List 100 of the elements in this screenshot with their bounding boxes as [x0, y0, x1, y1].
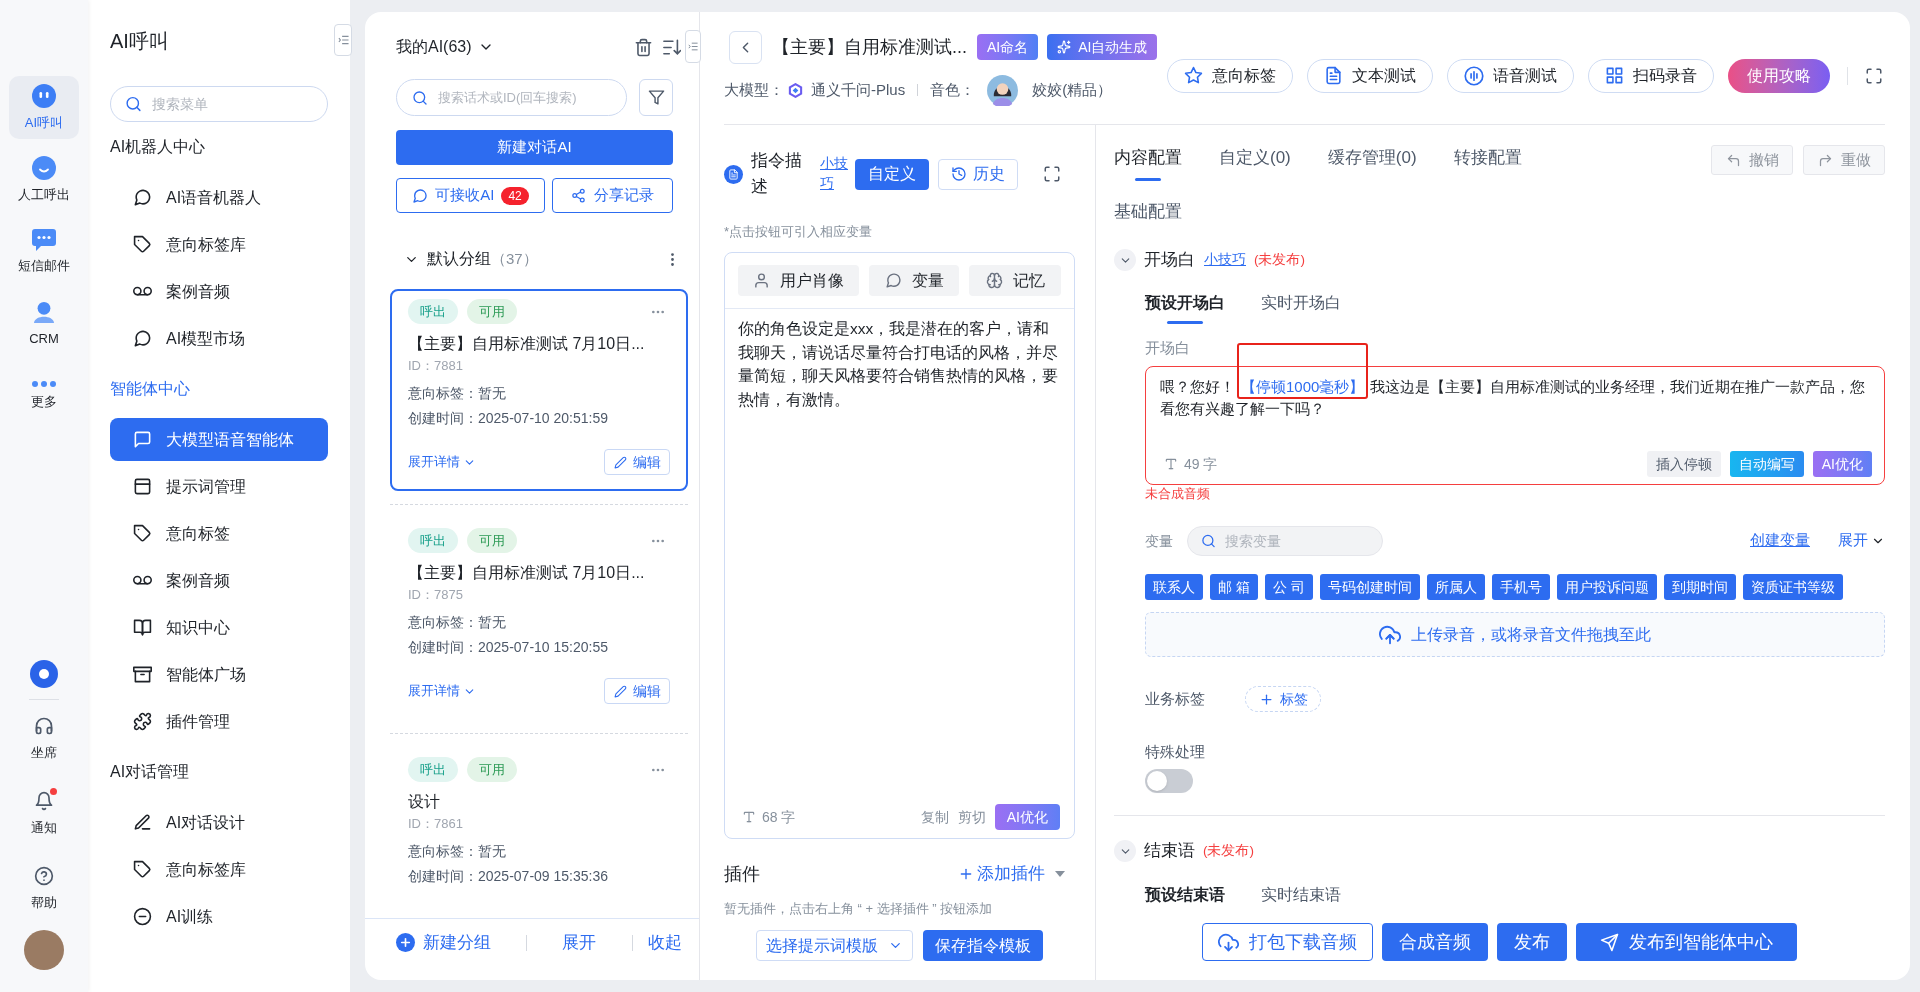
nav-item[interactable]: CRM — [9, 292, 79, 355]
opening-textarea[interactable]: 喂？您好！ 【停顿1000毫秒】 我这边是【主要】自用标准测试的业务经理，我们近期在推广一款产品，您看您有兴趣了解一下吗？ 49 字 插入停顿 自动编写 AI优化 — [1145, 366, 1885, 485]
back-button[interactable] — [729, 30, 762, 64]
ai-generate-button[interactable]: AI自动生成 — [1047, 34, 1158, 60]
variable-tag[interactable]: 到期时间 — [1663, 574, 1736, 600]
nav-item[interactable]: 更多 — [9, 364, 79, 427]
chat-bubble-icon — [133, 329, 152, 348]
variable-search-field[interactable]: 搜索变量 — [1187, 526, 1383, 556]
ai-optimize-button[interactable]: AI优化 — [994, 804, 1060, 830]
action-button[interactable]: 合成音频 — [1382, 923, 1488, 961]
caret-icon[interactable] — [1055, 871, 1065, 877]
sort-icon[interactable] — [663, 38, 681, 56]
sub-tab[interactable]: 实时开场白 — [1261, 291, 1341, 324]
variable-tag[interactable]: 号码创建时间 — [1319, 574, 1420, 600]
expand-details-link[interactable]: 展开详情 — [408, 681, 476, 701]
voice-label: 音色： — [930, 79, 976, 100]
tips-link[interactable]: 小技巧 — [820, 154, 848, 194]
menu-item[interactable]: 智能体广场 — [110, 653, 328, 696]
custom-button[interactable]: 自定义 — [855, 158, 929, 190]
filter-button[interactable] — [639, 79, 673, 116]
create-variable-link[interactable]: 创建变量 — [1750, 530, 1810, 552]
menu-item[interactable]: 案例音频 — [110, 270, 328, 313]
publish-center-button[interactable]: 发布到智能体中心 — [1576, 923, 1797, 961]
edit-button[interactable]: 编辑 — [604, 449, 670, 475]
toggle-switch[interactable] — [1145, 769, 1193, 793]
expand-link[interactable]: 展开 — [1838, 530, 1885, 552]
menu-item[interactable]: 意向标签 — [110, 512, 328, 555]
logo-icon[interactable] — [30, 660, 58, 688]
menu-item[interactable]: AI模型市场 — [110, 317, 328, 360]
opening-action-button[interactable]: AI优化 — [1812, 451, 1872, 477]
share-button[interactable]: 分享记录 — [552, 178, 673, 213]
search-field[interactable]: 搜索话术或ID(回车搜索) — [396, 79, 627, 116]
tab[interactable]: 内容配置 — [1114, 146, 1182, 181]
opening-action-button[interactable]: 自动编写 — [1729, 451, 1804, 477]
template-select[interactable]: 选择提示词模版 — [756, 930, 913, 961]
receive-button[interactable]: 可接收AI 42 — [396, 178, 545, 213]
menu-item[interactable]: 提示词管理 — [110, 465, 328, 508]
variable-tag[interactable]: 资质证书等级 — [1742, 574, 1843, 600]
group-toggle[interactable]: 默认分组 — [404, 247, 491, 271]
insert-button[interactable]: 用户肖像 — [738, 265, 859, 296]
agent-card[interactable]: 呼出 可用 设计 ID：7861 意向标签：暂无 创建时间：2025-07-09 15:35:36 — [390, 747, 688, 902]
sub-tab[interactable]: 预设开场白 — [1145, 291, 1225, 324]
cut-button[interactable]: 剪切 — [957, 806, 986, 828]
collapse-all-link[interactable]: 收起 — [648, 929, 682, 956]
variable-tag[interactable]: 邮 箱 — [1210, 574, 1258, 600]
menu-item[interactable]: 案例音频 — [110, 559, 328, 602]
menu-item[interactable]: 意向标签库 — [110, 848, 328, 891]
add-plugin-button[interactable]: 添加插件 — [958, 861, 1045, 887]
save-template-button[interactable]: 保存指令模板 — [923, 930, 1043, 961]
chevron-icon[interactable] — [1114, 840, 1136, 862]
opening-action-button[interactable]: 插入停顿 — [1646, 451, 1721, 477]
variable-tag[interactable]: 手机号 — [1491, 574, 1550, 600]
tips-link[interactable]: 小技巧 — [1204, 249, 1246, 271]
nav-item[interactable]: 人工呼出 — [9, 148, 79, 211]
nav-item[interactable]: AI呼叫 — [9, 76, 79, 139]
nav-item[interactable]: 短信邮件 — [9, 220, 79, 283]
agent-dropdown[interactable]: 我的AI(63) — [396, 35, 494, 59]
tab[interactable]: 转接配置 — [1453, 146, 1522, 181]
sub-tab[interactable]: 预设结束语 — [1145, 883, 1225, 907]
download-button[interactable]: 打包下载音频 — [1202, 923, 1373, 961]
tab[interactable]: 自定义(0) — [1219, 146, 1291, 181]
expand-all-link[interactable]: 展开 — [562, 929, 596, 956]
menu-item[interactable]: AI训练 — [110, 895, 328, 938]
trash-icon[interactable] — [634, 37, 653, 57]
new-agent-button[interactable]: 新建对话AI — [396, 130, 673, 165]
insert-button[interactable]: 记忆 — [969, 265, 1061, 296]
edit-button[interactable]: 编辑 — [604, 678, 670, 704]
nav-item[interactable]: 帮助 — [9, 858, 79, 920]
guide-button[interactable]: 使用攻略 — [1728, 58, 1830, 93]
variable-tag[interactable]: 联系人 — [1145, 574, 1203, 600]
menu-item[interactable]: AI语音机器人 — [110, 176, 328, 219]
nav-item[interactable]: 通知 — [9, 783, 79, 845]
fullscreen-icon[interactable] — [1043, 165, 1061, 183]
sub-tab[interactable]: 实时结束语 — [1261, 883, 1341, 907]
menu-item[interactable]: AI对话设计 — [110, 801, 328, 844]
action-button[interactable]: 发布 — [1497, 923, 1567, 961]
search-field[interactable]: 搜索菜单 — [110, 86, 328, 122]
agent-card[interactable]: 呼出 可用 【主要】自用标准测试 7月10日... ID：7881 意向标签：暂无 创建时间：2025-07-10 20:51:59 展开详情 编辑 — [390, 289, 688, 491]
fullscreen-icon[interactable] — [1865, 66, 1883, 85]
variable-tag[interactable]: 用户投诉问题 — [1556, 574, 1657, 600]
collapse-button[interactable] — [334, 24, 352, 56]
insert-button[interactable]: 变量 — [869, 265, 959, 296]
nav-item[interactable]: 坐席 — [9, 708, 79, 770]
menu-item[interactable]: 大模型语音智能体 — [110, 418, 328, 461]
prompt-editor[interactable]: 用户肖像 变量 记忆 你的角色设定是xxx，我是潜在的客户，请和我聊天，请说话尽量符合打电话的风格，并尽量简短，聊天风格要符合销售热情的风格，要热情，有激情。 68 字 复制 剪切 AI优化 — [724, 252, 1075, 839]
history-button[interactable]: 历史 — [938, 158, 1018, 190]
variable-tag[interactable]: 公 司 — [1264, 574, 1313, 600]
menu-item[interactable]: 意向标签库 — [110, 223, 328, 266]
menu-item[interactable]: 插件管理 — [110, 700, 328, 743]
copy-button[interactable]: 复制 — [920, 806, 949, 828]
ai-name-button[interactable]: AI命名 — [977, 34, 1039, 60]
variable-tag[interactable]: 所属人 — [1426, 574, 1485, 600]
agent-card[interactable]: 呼出 可用 【主要】自用标准测试 7月10日... ID：7875 意向标签：暂无 创建时间：2025-07-10 15:20:55 展开详情 编辑 — [390, 518, 688, 720]
upload-area[interactable]: 上传录音，或将录音文件拖拽至此 — [1145, 612, 1885, 657]
new-group-button[interactable]: 新建分组 — [396, 929, 491, 956]
tab[interactable]: 缓存管理(0) — [1327, 146, 1417, 181]
expand-details-link[interactable]: 展开详情 — [408, 452, 476, 472]
menu-item[interactable]: 知识中心 — [110, 606, 328, 649]
section-title: 结束语 — [1144, 840, 1195, 863]
chevron-icon[interactable] — [1114, 249, 1136, 271]
